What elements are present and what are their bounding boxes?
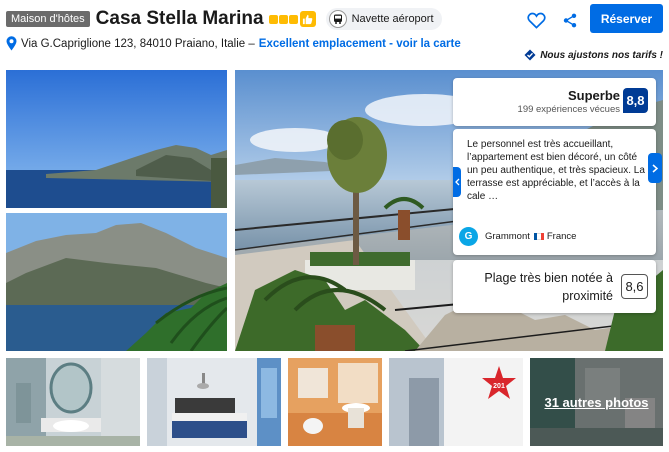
rating-word: Superbe [567,88,620,103]
reserve-button[interactable]: Réserver [590,4,663,33]
reviewer-avatar: G [459,227,478,246]
photo-bathroom-mosaic[interactable] [6,358,140,446]
photo-orange-bathroom[interactable] [288,358,382,446]
price-note-text: Nous ajustons nos tarifs ! [540,49,663,61]
beach-score-card[interactable]: Plage très bien notée à proximité 8,6 [453,260,656,313]
shield-check-icon [524,49,536,61]
more-photos-button[interactable]: 31 autres photos [530,358,663,446]
bus-icon [328,10,347,28]
star-icon [278,14,288,24]
reviewer-country: France [546,231,577,242]
review-score: 8,8 [623,88,648,113]
price-match-note[interactable]: Nous ajustons nos tarifs ! [524,49,663,61]
map-link[interactable]: Excellent emplacement - voir la carte [259,38,461,50]
shuttle-label: Navette aéroport [351,13,434,25]
review-score-card[interactable]: Superbe 199 expériences vécues 8,8 [453,78,656,126]
previous-review-button[interactable] [453,167,461,197]
star-icon [288,14,298,24]
star-rating [268,14,298,24]
next-review-button[interactable] [648,153,662,183]
france-flag-icon [533,233,544,240]
reviewer-name: Grammont [485,231,530,242]
review-quote-card[interactable]: Le personnel est très accueillant, l’app… [453,129,662,255]
beach-score: 8,6 [621,274,648,299]
property-page: Maison d'hôtes Casa Stella Marina Navett… [0,0,669,452]
photo-door-201[interactable]: 201 [389,358,523,446]
hotel-name: Casa Stella Marina [95,8,264,29]
review-quote-text: Le personnel est très accueillant, l’app… [467,139,645,202]
chevron-right-icon [652,163,658,173]
share-button[interactable] [559,9,581,31]
map-pin-icon [6,36,17,51]
photo-mountains[interactable] [6,213,227,351]
thumbs-up-icon[interactable] [299,11,316,27]
heart-icon [526,12,546,29]
share-icon [563,13,577,27]
save-favorite-button[interactable] [525,9,547,31]
photo-bedroom[interactable] [147,358,281,446]
address-text: Via G.Capriglione 123, 84010 Praiano, It… [21,37,255,50]
chevron-left-icon [454,178,459,186]
address-line: Via G.Capriglione 123, 84010 Praiano, It… [6,36,461,51]
property-header: Maison d'hôtes Casa Stella Marina Navett… [6,8,442,30]
star-icon [268,14,278,24]
airport-shuttle-badge: Navette aéroport [325,8,442,30]
photo-coastline[interactable] [6,70,227,208]
beach-label: Plage très bien notée à proximité [484,271,613,303]
room-number-label: 201 [493,383,505,390]
reviewer-info: G Grammont France [459,227,576,246]
property-type-badge: Maison d'hôtes [6,11,90,27]
review-count: 199 expériences vécues [517,104,620,115]
